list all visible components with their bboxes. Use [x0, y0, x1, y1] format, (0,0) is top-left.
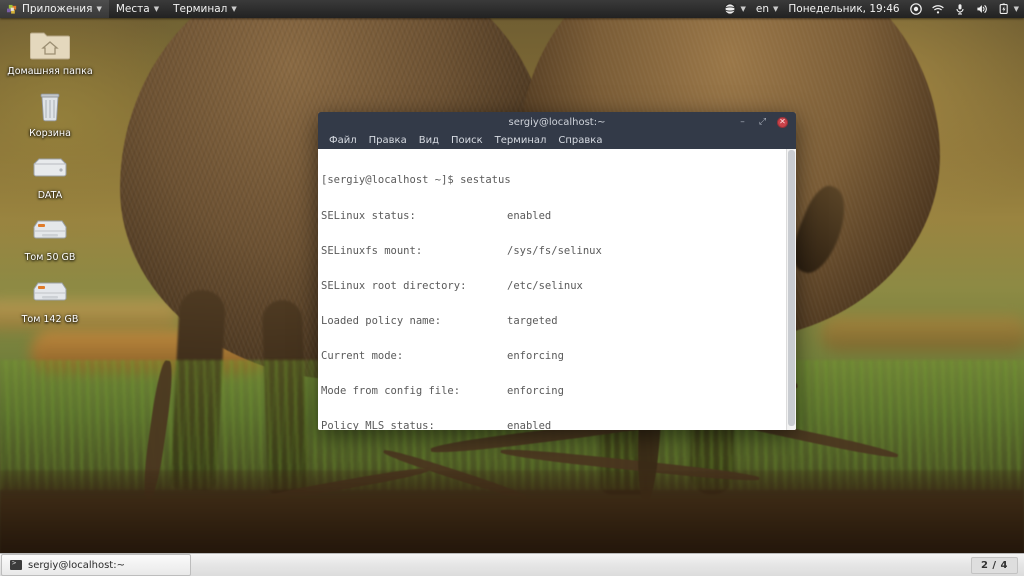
terminal-value: targeted [507, 314, 558, 327]
desktop-icon-label: DATA [37, 190, 63, 201]
applications-logo-icon [7, 4, 17, 14]
terminal-line: Mode from config file: enforcing [321, 384, 796, 398]
desktop-icon-data-drive[interactable]: DATA [0, 144, 100, 204]
chevron-down-icon: ▼ [772, 4, 779, 13]
chevron-down-icon: ▼ [1013, 4, 1019, 13]
terminal-command: [sergiy@localhost ~]$ sestatus [321, 174, 511, 187]
terminal-scrollbar[interactable] [786, 149, 796, 430]
terminal-scrollbar-thumb[interactable] [788, 150, 795, 426]
terminal-line: SELinux root directory: /etc/selinux [321, 279, 796, 293]
terminal-key: SELinux root directory: [321, 279, 467, 292]
accessibility-icon [909, 3, 922, 15]
maximize-button[interactable]: ⤢ [757, 117, 768, 128]
desktop-icon-label: Том 50 GB [24, 252, 76, 263]
menu-help[interactable]: Справка [552, 132, 608, 149]
applications-menu[interactable]: Приложения ▼ [0, 0, 109, 18]
terminal-key: SELinux status: [321, 209, 416, 222]
terminal-value: enforcing [507, 384, 564, 397]
top-panel: Приложения ▼ Места ▼ Терминал ▼ ▼ en ▼ П… [0, 0, 1024, 18]
terminal-key: Loaded policy name: [321, 314, 442, 327]
terminal-value: /sys/fs/selinux [507, 244, 602, 257]
clock-label: Понедельник, 19:46 [788, 3, 900, 15]
terminal-value: enabled [507, 420, 552, 430]
places-menu-label: Места [115, 3, 150, 15]
hard-drive-icon [28, 210, 72, 250]
accessibility-indicator[interactable] [905, 0, 927, 18]
window-controls: – ⤢ ✕ [737, 116, 796, 128]
chevron-down-icon: ▼ [96, 4, 102, 13]
wifi-icon [931, 5, 944, 14]
terminal-output: [sergiy@localhost ~]$ sestatus SELinux s… [318, 149, 796, 430]
terminal-window[interactable]: sergiy@localhost:~ – ⤢ ✕ Файл Правка Вид… [318, 112, 796, 430]
battery-indicator[interactable]: ▼ [993, 0, 1024, 18]
drive-icon [28, 148, 72, 188]
terminal-line: Current mode: enforcing [321, 349, 796, 363]
network-indicator[interactable]: ▼ [719, 0, 750, 18]
wifi-indicator[interactable] [927, 0, 949, 18]
desktop-icon-area: Домашняя папка Корзина DATA Том 50 GB То… [0, 20, 96, 330]
volume-indicator[interactable] [971, 0, 993, 18]
desktop-icon-label: Том 142 GB [21, 314, 79, 325]
terminal-line: SELinuxfs mount: /sys/fs/selinux [321, 244, 796, 258]
keyboard-layout-label: en [755, 3, 769, 15]
menu-search[interactable]: Поиск [445, 132, 489, 149]
terminal-line: Policy MLS status: enabled [321, 420, 796, 430]
menu-file[interactable]: Файл [323, 132, 363, 149]
wallpaper-log [820, 316, 1024, 352]
menu-edit[interactable]: Правка [363, 132, 413, 149]
minimize-button[interactable]: – [737, 117, 748, 128]
system-tray: ▼ en ▼ Понедельник, 19:46 ▼ [719, 0, 1024, 18]
terminal-key: Mode from config file: [321, 384, 461, 397]
terminal-line: SELinux status: enabled [321, 209, 796, 223]
home-folder-icon [28, 24, 72, 64]
terminal-key: Policy MLS status: [321, 420, 435, 430]
terminal-value: enabled [507, 209, 552, 222]
microphone-icon [956, 4, 964, 15]
menu-view[interactable]: Вид [413, 132, 445, 149]
terminal-menubar: Файл Правка Вид Поиск Терминал Справка [318, 132, 796, 149]
desktop-icon-home-folder[interactable]: Домашняя папка [0, 20, 100, 80]
desktop-icon-label: Корзина [29, 128, 71, 139]
chevron-down-icon: ▼ [231, 4, 237, 13]
globe-icon [724, 3, 737, 15]
places-menu[interactable]: Места ▼ [109, 0, 166, 18]
taskbar-item-terminal[interactable]: sergiy@localhost:~ [1, 554, 191, 576]
terminal-line: Loaded policy name: targeted [321, 314, 796, 328]
terminal-menu-label: Терминал [173, 3, 228, 15]
keyboard-layout-indicator[interactable]: en ▼ [751, 0, 784, 18]
terminal-titlebar[interactable]: sergiy@localhost:~ – ⤢ ✕ [318, 112, 796, 132]
terminal-key: Current mode: [321, 349, 404, 362]
terminal-title: sergiy@localhost:~ [508, 116, 606, 128]
terminal-value: enforcing [507, 349, 564, 362]
terminal-menu[interactable]: Терминал ▼ [166, 0, 244, 18]
chevron-down-icon: ▼ [153, 4, 160, 13]
terminal-key: SELinuxfs mount: [321, 244, 423, 257]
trash-icon [28, 86, 72, 126]
clock[interactable]: Понедельник, 19:46 [783, 0, 904, 18]
applications-menu-label: Приложения [22, 3, 93, 15]
hard-drive-icon [28, 272, 72, 312]
terminal-line: [sergiy@localhost ~]$ sestatus [321, 175, 796, 187]
microphone-indicator[interactable] [949, 0, 971, 18]
taskbar-item-label: sergiy@localhost:~ [28, 559, 125, 571]
desktop-icon-volume-142gb[interactable]: Том 142 GB [0, 268, 100, 328]
desktop-icon-volume-50gb[interactable]: Том 50 GB [0, 206, 100, 266]
workspace-indicator[interactable]: 2 / 4 [970, 556, 1018, 574]
terminal-body[interactable]: [sergiy@localhost ~]$ sestatus SELinux s… [318, 149, 796, 430]
menu-terminal[interactable]: Терминал [489, 132, 553, 149]
bottom-panel: sergiy@localhost:~ 2 / 4 [0, 553, 1024, 576]
desktop-icon-label: Домашняя папка [7, 66, 93, 77]
desktop-icon-trash[interactable]: Корзина [0, 82, 100, 142]
terminal-value: /etc/selinux [507, 279, 583, 292]
volume-icon [977, 5, 987, 13]
battery-icon [999, 3, 1008, 14]
chevron-down-icon: ▼ [740, 4, 746, 13]
close-button[interactable]: ✕ [777, 116, 788, 128]
terminal-icon [10, 559, 22, 570]
